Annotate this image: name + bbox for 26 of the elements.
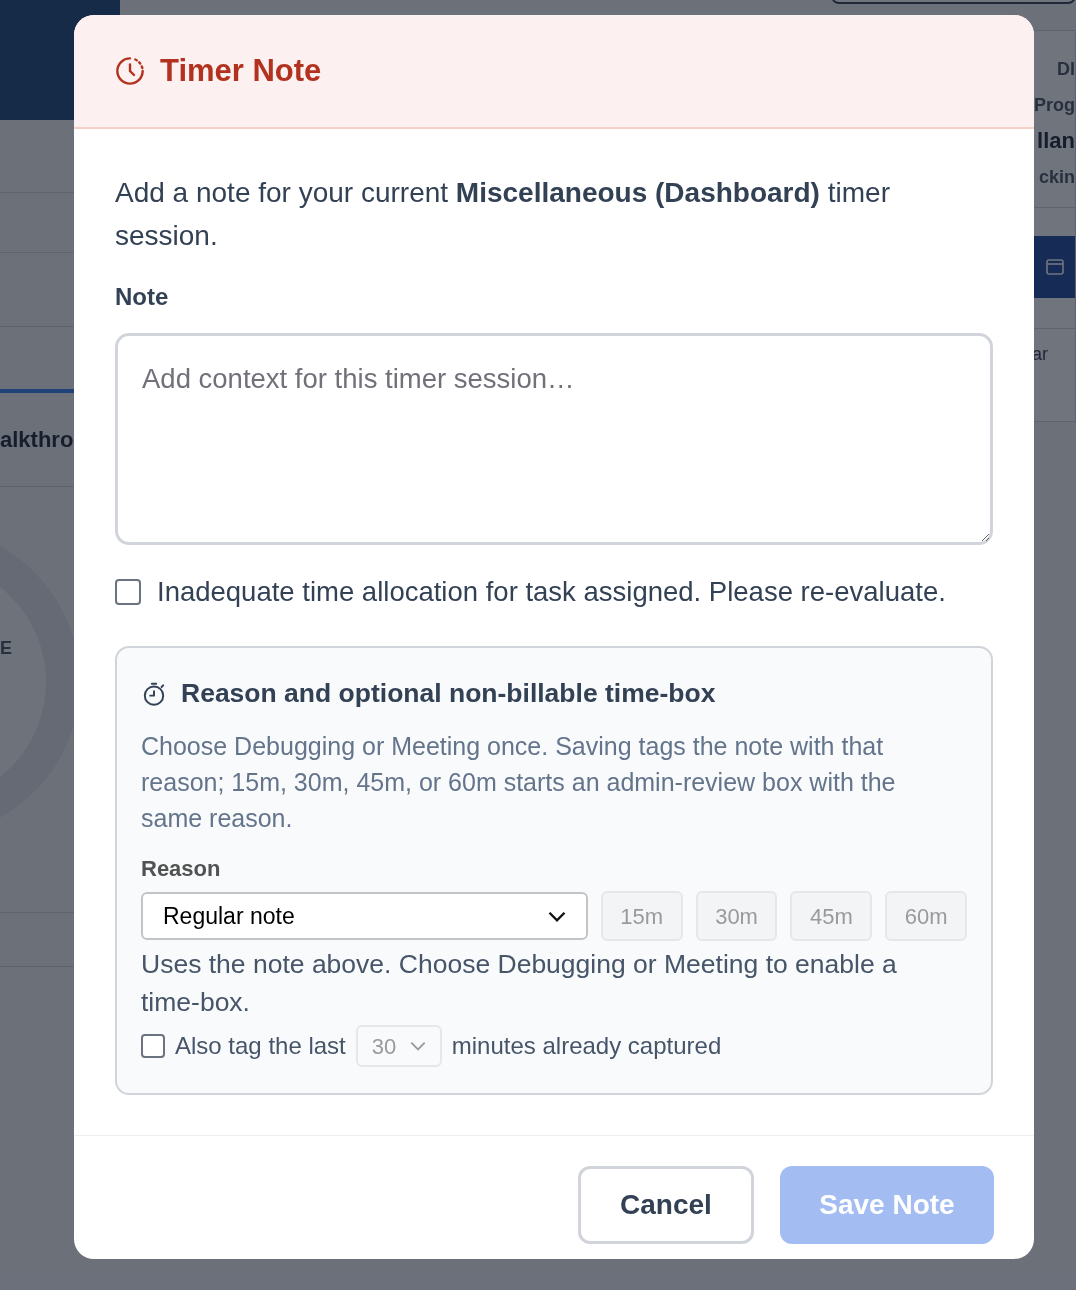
chevron-down-icon: [547, 910, 566, 922]
checkbox-label: Inadequate time allocation for task assigned. Please re-evaluate.: [157, 575, 946, 609]
reason-label: Reason: [141, 855, 222, 883]
also-tag-label: Also tag the last: [175, 1031, 346, 1061]
reason-hint: Uses the note above. Choose Debugging or Meeting to enable a time-box.: [141, 948, 898, 1019]
dialog-title: Timer Note: [160, 51, 322, 90]
clock-icon: [114, 55, 146, 87]
note-label: Note: [115, 282, 170, 312]
card-text: Prog: [1034, 94, 1075, 117]
card-text: Dl: [1057, 58, 1075, 81]
section-title: alkthro: [0, 426, 74, 454]
card-text: ckin: [1038, 166, 1075, 189]
chevron-down-icon: [409, 1041, 426, 1051]
checkbox[interactable]: [141, 1034, 165, 1058]
window-icon: [1045, 257, 1065, 277]
intro-text: Add a note for your current Miscellaneous (Dashboard) timer session.: [115, 176, 891, 253]
also-tag-suffix: minutes already captured: [451, 1031, 722, 1061]
stopwatch-icon: [141, 681, 167, 708]
card-text: llan: [1037, 127, 1075, 155]
panel-description: Choose Debugging or Meeting once. Saving tags the note with that reason; 15m, 30m, 45m, or 60m starts an admin-review box with the same reason.: [141, 731, 897, 834]
panel-title: Reason and optional non-billable time-box: [181, 677, 716, 711]
cancel-button[interactable]: Cancel: [578, 1166, 754, 1244]
checkbox[interactable]: [115, 578, 141, 605]
ring-label: E: [0, 637, 12, 660]
reason-select[interactable]: Regular note: [141, 892, 588, 940]
note-field[interactable]: Add context for this timer session…: [115, 333, 993, 545]
